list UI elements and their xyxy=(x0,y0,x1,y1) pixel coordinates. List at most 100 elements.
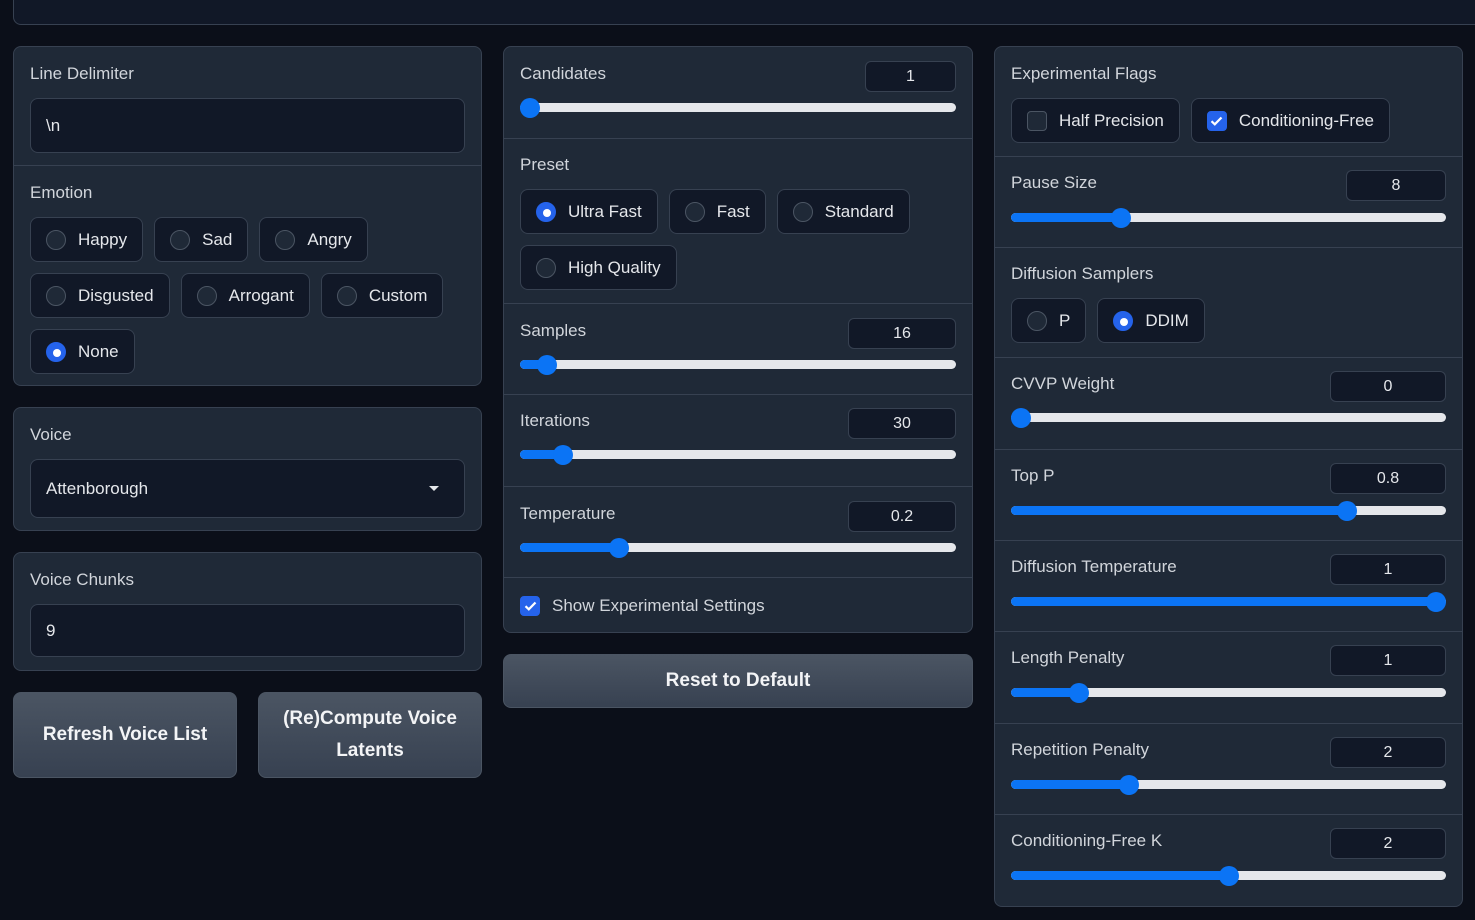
voice-dropdown[interactable]: Attenborough xyxy=(30,459,465,518)
conditioning-free-k-number-input[interactable]: 2 xyxy=(1330,828,1446,859)
samples-number-input[interactable]: 16 xyxy=(848,318,956,349)
sampler-option-ddim[interactable]: DDIM xyxy=(1097,298,1205,343)
emotion-option-angry[interactable]: Angry xyxy=(259,217,368,262)
emotion-label: Emotion xyxy=(30,183,93,202)
generation-settings-panel: Candidates 1 Preset Ultra Fast Fast Stan… xyxy=(503,46,973,633)
slider-fill xyxy=(1011,213,1121,222)
length-penalty-value: 1 xyxy=(1383,651,1393,669)
emotion-option-arrogant[interactable]: Arrogant xyxy=(180,273,310,318)
length-penalty-slider[interactable] xyxy=(1011,683,1446,703)
option-label: None xyxy=(78,341,119,361)
conditioning-free-checkbox[interactable]: Conditioning-Free xyxy=(1190,98,1391,143)
emotion-option-sad[interactable]: Sad xyxy=(154,217,249,262)
voice-chunks-panel: Voice Chunks 9 xyxy=(13,552,482,671)
radio-icon xyxy=(170,229,191,250)
length-penalty-number-input[interactable]: 1 xyxy=(1330,645,1446,676)
sampler-option-p[interactable]: P xyxy=(1011,298,1087,343)
option-label: Standard xyxy=(824,201,894,221)
voice-selected-value: Attenborough xyxy=(46,478,149,498)
slider-fill xyxy=(1011,597,1436,606)
show-experimental-checkbox[interactable]: Show Experimental Settings xyxy=(504,578,972,632)
radio-selected-icon xyxy=(1113,310,1134,331)
repetition-penalty-number-input[interactable]: 2 xyxy=(1330,737,1446,768)
samples-slider[interactable] xyxy=(520,355,956,375)
temperature-slider[interactable] xyxy=(520,538,956,558)
conditioning-free-k-value: 2 xyxy=(1383,834,1393,852)
top-p-slider[interactable] xyxy=(1011,501,1446,521)
pause-size-slider[interactable] xyxy=(1011,208,1446,228)
slider-thumb[interactable] xyxy=(1118,775,1139,795)
cvvp-weight-number-input[interactable]: 0 xyxy=(1330,371,1446,402)
slider-thumb[interactable] xyxy=(1426,592,1446,612)
preset-label: Preset xyxy=(520,155,570,174)
radio-icon xyxy=(1027,310,1047,331)
diffusion-temperature-number-input[interactable]: 1 xyxy=(1330,554,1446,585)
show-experimental-label: Show Experimental Settings xyxy=(552,595,765,615)
conditioning-free-k-slider[interactable] xyxy=(1011,866,1446,886)
diffusion-temperature-slider[interactable] xyxy=(1011,592,1446,612)
slider-fill xyxy=(1011,506,1347,515)
line-delimiter-label: Line Delimiter xyxy=(30,64,134,83)
iterations-number-input[interactable]: 30 xyxy=(848,408,956,439)
line-delimiter-input[interactable]: \n xyxy=(30,98,465,153)
reset-to-default-button[interactable]: Reset to Default xyxy=(503,654,973,708)
refresh-voice-list-button[interactable]: Refresh Voice List xyxy=(13,692,237,778)
preset-option-standard[interactable]: Standard xyxy=(776,189,910,234)
slider-thumb[interactable] xyxy=(1011,408,1031,428)
temperature-value: 0.2 xyxy=(890,507,914,525)
slider-thumb[interactable] xyxy=(553,445,574,465)
experimental-settings-panel: Experimental Flags Half Precision Condit… xyxy=(994,46,1463,907)
voice-label: Voice xyxy=(30,425,72,444)
slider-thumb[interactable] xyxy=(1069,683,1090,703)
option-label: High Quality xyxy=(568,257,661,277)
diffusion-temperature-value: 1 xyxy=(1383,560,1393,578)
recompute-voice-latents-button[interactable]: (Re)Compute Voice Latents xyxy=(258,692,482,778)
radio-icon xyxy=(536,257,556,278)
top-p-number-input[interactable]: 0.8 xyxy=(1330,463,1446,494)
cvvp-weight-value: 0 xyxy=(1383,377,1393,395)
slider-thumb[interactable] xyxy=(609,538,630,558)
iterations-slider[interactable] xyxy=(520,445,956,465)
emotion-option-custom[interactable]: Custom xyxy=(320,273,444,318)
option-label: Fast xyxy=(716,201,750,221)
temperature-number-input[interactable]: 0.2 xyxy=(848,501,956,532)
radio-icon xyxy=(684,201,705,222)
slider-thumb[interactable] xyxy=(1218,866,1239,886)
radio-icon xyxy=(46,229,66,250)
option-label: Conditioning-Free xyxy=(1238,110,1375,130)
slider-fill xyxy=(520,543,620,552)
top-panel xyxy=(13,0,1475,25)
slider-thumb[interactable] xyxy=(536,355,557,375)
option-label: DDIM xyxy=(1145,310,1189,330)
repetition-penalty-slider[interactable] xyxy=(1011,775,1446,795)
slider-thumb[interactable] xyxy=(520,98,540,118)
samples-value: 16 xyxy=(893,324,911,342)
option-label: Disgusted xyxy=(78,285,154,305)
emotion-option-happy[interactable]: Happy xyxy=(30,217,144,262)
candidates-slider[interactable] xyxy=(520,98,956,118)
preset-option-high-quality[interactable]: High Quality xyxy=(520,245,677,290)
cvvp-weight-slider[interactable] xyxy=(1011,408,1446,428)
voice-chunks-input[interactable]: 9 xyxy=(30,604,465,657)
line-delimiter-value: \n xyxy=(46,115,61,135)
option-label: Happy xyxy=(78,229,128,249)
pause-size-number-input[interactable]: 8 xyxy=(1346,170,1446,201)
slider-track xyxy=(520,360,956,369)
preset-option-fast[interactable]: Fast xyxy=(668,189,766,234)
option-label: Angry xyxy=(307,229,352,249)
diffusion-samplers-label: Diffusion Samplers xyxy=(1011,264,1154,283)
button-label: Refresh Voice List xyxy=(42,724,208,745)
candidates-number-input[interactable]: 1 xyxy=(865,61,956,92)
emotion-option-none[interactable]: None xyxy=(30,329,135,374)
button-label-line2: Latents xyxy=(336,740,404,761)
radio-icon xyxy=(792,201,813,222)
option-label: Sad xyxy=(202,229,233,249)
slider-thumb[interactable] xyxy=(1336,501,1357,521)
preset-option-ultra-fast[interactable]: Ultra Fast xyxy=(520,189,658,234)
half-precision-checkbox[interactable]: Half Precision xyxy=(1011,98,1180,143)
option-label: Half Precision xyxy=(1059,110,1164,130)
slider-thumb[interactable] xyxy=(1110,208,1131,228)
slider-fill xyxy=(1011,780,1129,789)
emotion-option-disgusted[interactable]: Disgusted xyxy=(30,273,170,318)
checkmark-icon xyxy=(1206,110,1227,131)
